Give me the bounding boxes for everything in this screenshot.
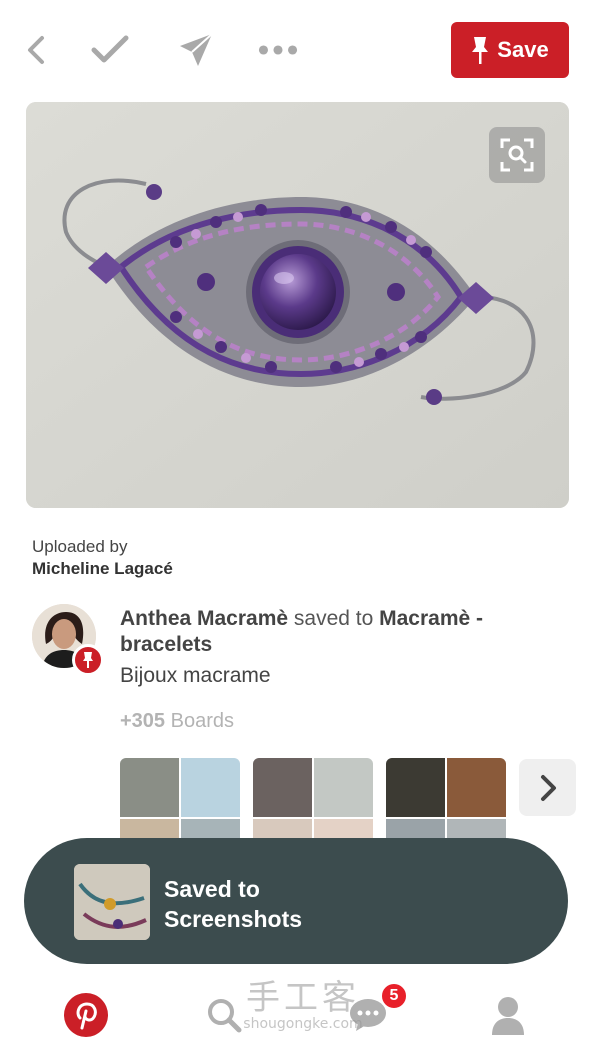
nav-home[interactable] — [58, 987, 114, 1043]
more-icon — [258, 45, 298, 55]
pin-description: Bijoux macrame — [120, 664, 271, 687]
saved-to-text: saved to — [288, 607, 380, 630]
toast-thumbnail-photo — [74, 864, 150, 940]
check-icon — [91, 35, 129, 63]
toast-line-1: Saved to — [164, 876, 260, 902]
bracelet-photo — [26, 102, 569, 508]
saved-pin-badge — [72, 644, 104, 676]
boards-count-number: +305 — [120, 710, 166, 732]
visual-search-button[interactable] — [489, 127, 545, 183]
boards-count[interactable]: +305 Boards — [120, 710, 234, 733]
uploaded-by-label: Uploaded by — [32, 537, 128, 556]
boards-row — [120, 758, 580, 848]
top-bar: Save — [0, 0, 593, 100]
back-icon — [28, 36, 44, 64]
chevron-right-icon — [540, 774, 556, 801]
boards-next-button[interactable] — [519, 759, 576, 816]
send-icon — [180, 33, 213, 66]
pin-icon — [472, 37, 489, 64]
notification-badge: 5 — [380, 982, 408, 1010]
save-button-label: Save — [497, 37, 549, 62]
user-avatar-wrap[interactable] — [32, 604, 104, 676]
back-button[interactable] — [16, 30, 56, 70]
bottom-nav — [0, 975, 593, 1055]
saved-toast[interactable]: Saved to Screenshots — [24, 838, 568, 964]
profile-icon — [492, 997, 524, 1035]
nav-profile[interactable] — [480, 987, 536, 1043]
save-button[interactable]: Save — [451, 22, 569, 78]
done-button[interactable] — [90, 30, 130, 70]
search-icon — [208, 999, 242, 1033]
uploader-name[interactable]: Micheline Lagacé — [32, 558, 173, 580]
pin-image[interactable] — [26, 102, 569, 508]
saver-name[interactable]: Anthea Macramè — [120, 607, 288, 630]
pinterest-logo-icon — [64, 993, 108, 1037]
more-button[interactable] — [258, 30, 298, 70]
toast-thumbnail — [74, 864, 150, 940]
pin-icon — [83, 652, 93, 668]
board-thumbnail[interactable] — [386, 758, 506, 848]
board-thumbnail[interactable] — [253, 758, 373, 848]
uploaded-by: Uploaded by Micheline Lagacé — [32, 536, 173, 580]
board-thumbnail[interactable] — [120, 758, 240, 848]
toast-line-2: Screenshots — [164, 906, 303, 932]
send-button[interactable] — [176, 30, 216, 70]
toast-message: Saved to Screenshots — [164, 874, 302, 934]
boards-count-label: Boards — [165, 710, 234, 732]
nav-search[interactable] — [196, 987, 252, 1043]
saved-activity-text: Anthea Macramè saved to Macramè - bracel… — [120, 606, 540, 658]
visual-search-icon — [500, 138, 534, 172]
